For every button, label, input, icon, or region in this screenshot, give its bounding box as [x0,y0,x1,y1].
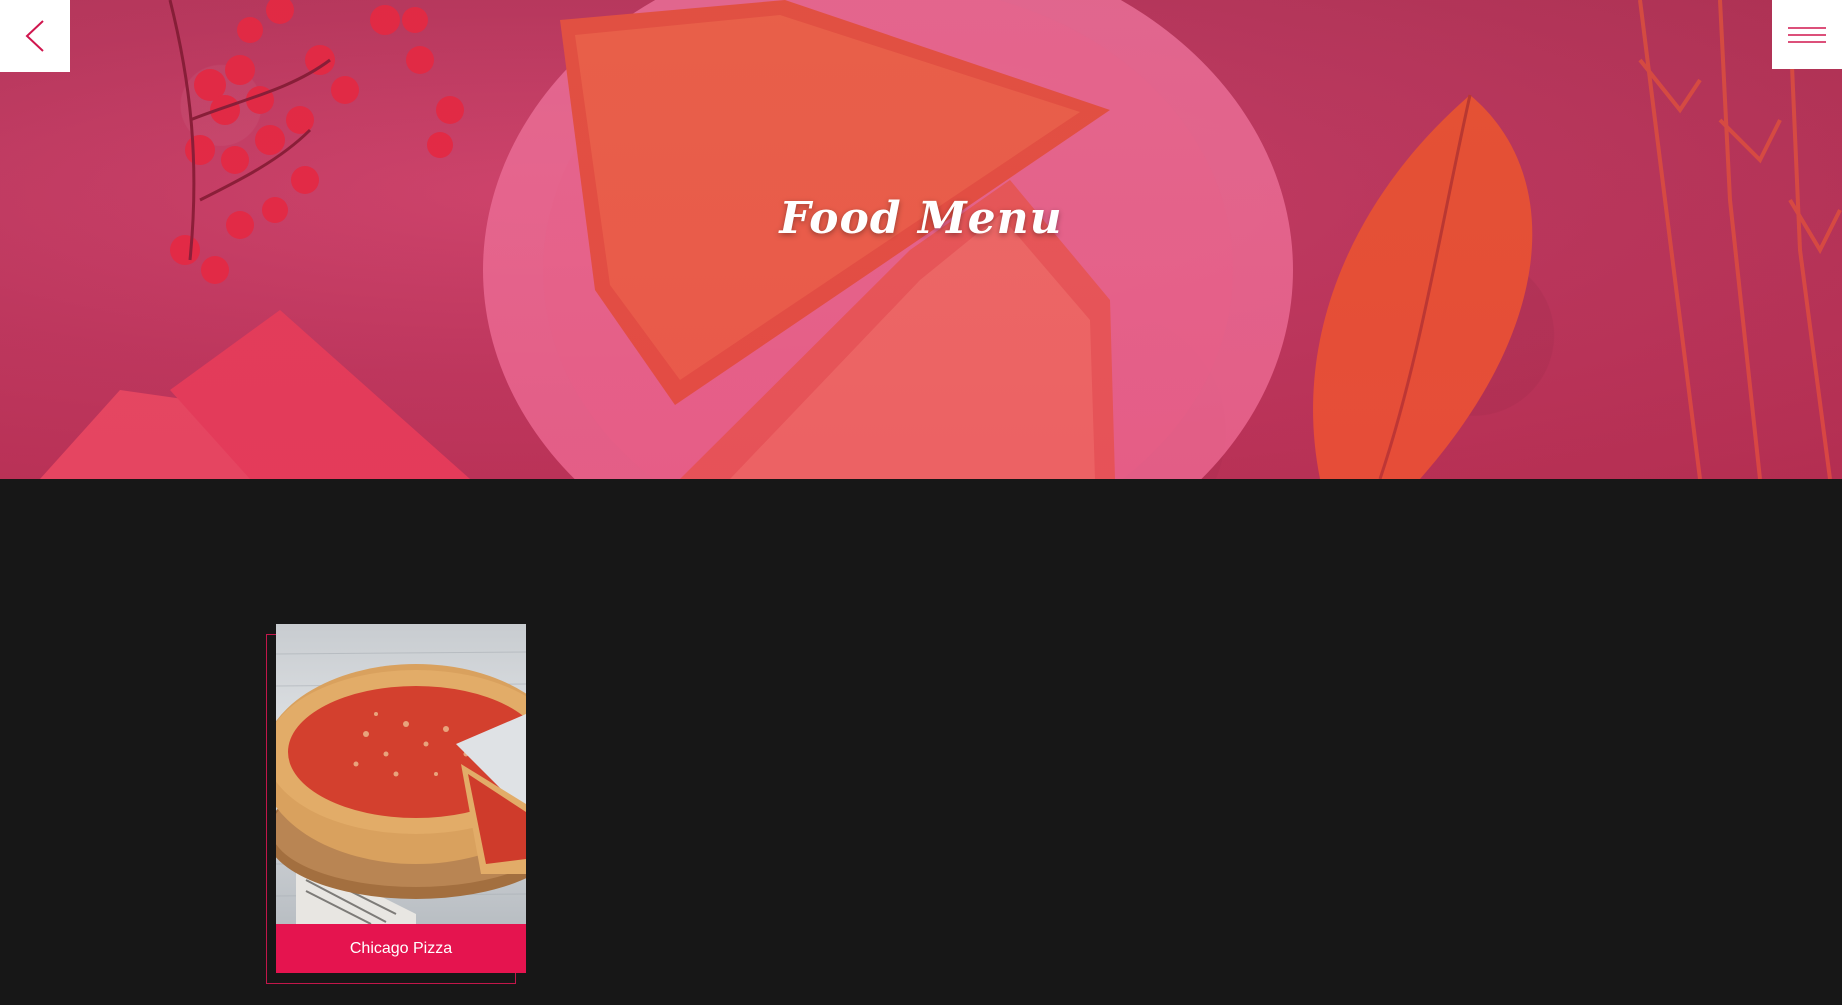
back-button[interactable] [0,0,70,72]
chevron-left-icon [25,20,44,52]
menu-item-label-bar: Chicago Pizza [276,924,526,973]
hero-banner: Food Menu [0,0,1842,479]
menu-item-card[interactable]: Chicago Pizza [276,624,526,973]
pizza-photo [276,624,526,924]
menu-button[interactable] [1772,0,1842,69]
page-title: Food Menu [779,193,1063,244]
hamburger-menu-icon [1788,26,1826,43]
page: Food Menu Chicago Pizza [0,0,1842,1005]
menu-item-name: Chicago Pizza [349,939,453,957]
